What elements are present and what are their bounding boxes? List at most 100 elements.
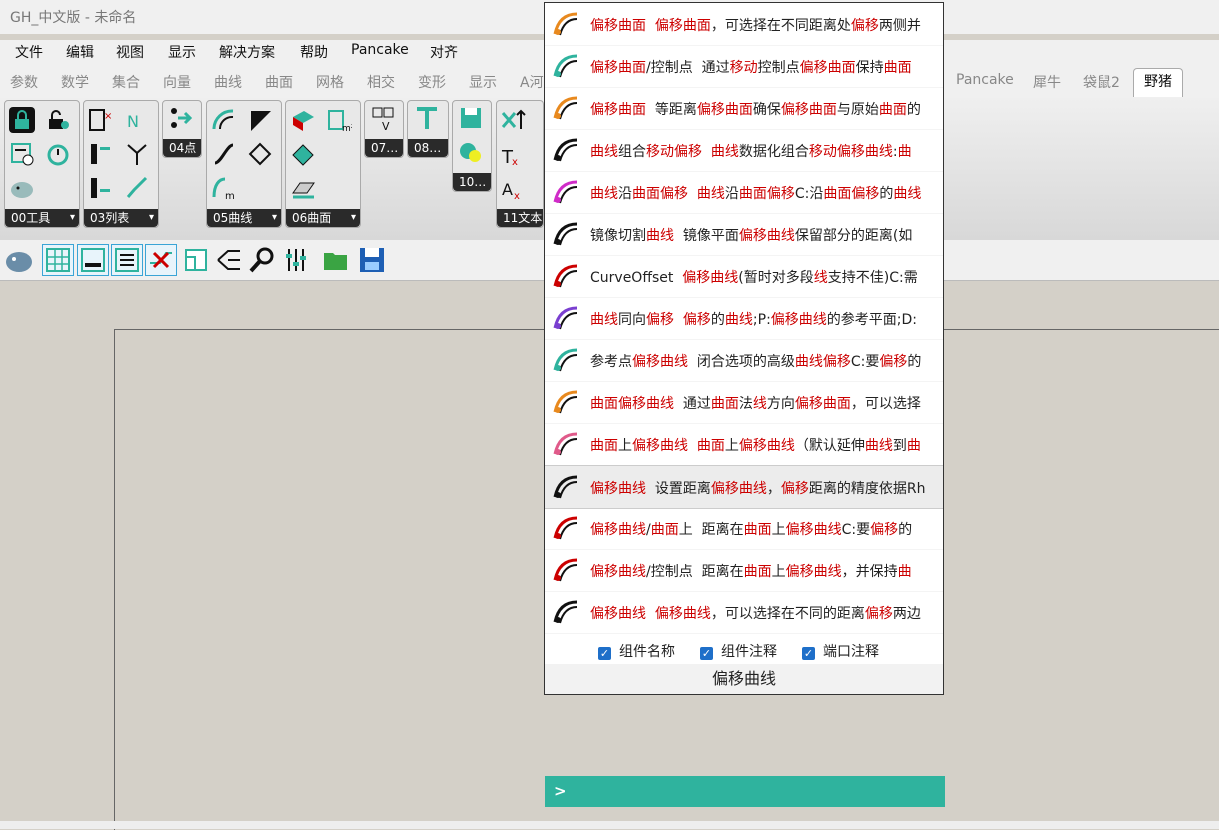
ribbon-group-label-08[interactable]: 08…	[408, 139, 448, 157]
tab-transform[interactable]: 变形	[418, 72, 446, 92]
list-item[interactable]: 偏移曲线 设置距离偏移曲线，偏移距离的精度依据Rh	[545, 465, 943, 509]
curve-m-icon[interactable]: m	[211, 175, 237, 202]
menu-help[interactable]: 帮助	[300, 42, 328, 62]
arc-offset-icon[interactable]	[211, 107, 237, 133]
tree-icon[interactable]	[124, 141, 150, 167]
tab-params[interactable]: 参数	[10, 72, 38, 92]
surface-area-icon[interactable]: m²	[326, 107, 355, 134]
checkbox-port-note[interactable]: ✓ 端口注释	[802, 641, 879, 661]
rhino-icon[interactable]	[3, 244, 35, 276]
cross-arrow-icon[interactable]	[500, 107, 526, 133]
text-x-icon[interactable]: Tx	[500, 141, 526, 168]
save-file-icon[interactable]	[458, 105, 484, 131]
surface-box-icon[interactable]	[290, 107, 316, 133]
star-curve-icon[interactable]	[247, 141, 273, 167]
lock-icon[interactable]	[9, 107, 35, 133]
tab-rhino[interactable]: 犀牛	[1033, 72, 1061, 92]
tab-river[interactable]: A河	[520, 72, 544, 92]
menu-solution[interactable]: 解决方案	[219, 42, 275, 62]
list-item[interactable]: 偏移曲线/控制点 距离在曲面上偏移曲线，并保持曲	[545, 549, 943, 592]
list-item-icon[interactable]	[88, 175, 114, 201]
ribbon-group-label: 00工具	[11, 211, 51, 225]
list-item-text: 偏移曲线/控制点 距离在曲面上偏移曲线，并保持曲	[590, 561, 940, 581]
component-description: 偏移曲线(暂时对多段线支持不佳)C:需	[682, 270, 918, 286]
list-item[interactable]: 曲线组合移动偏移 曲线数据化组合移动偏移曲线:曲	[545, 129, 943, 172]
unlock-icon[interactable]	[45, 107, 71, 133]
tab-boar[interactable]: 野猪	[1133, 68, 1183, 97]
open-folder-icon[interactable]	[320, 244, 352, 276]
sliders-icon[interactable]	[280, 244, 312, 276]
tab-sets[interactable]: 集合	[112, 72, 140, 92]
ribbon-group-label-tools[interactable]: 00工具 ▾	[5, 209, 79, 227]
cloud-object-icon[interactable]	[458, 139, 484, 165]
list-item[interactable]: 偏移曲线/曲面上 距离在曲面上偏移曲线C:要偏移的	[545, 507, 943, 550]
list-item[interactable]: 偏移曲面 等距离偏移曲面确保偏移曲面与原始曲面的	[545, 87, 943, 130]
ribbon-group-label-text[interactable]: 11文本	[497, 209, 543, 227]
search-input[interactable]: >	[545, 776, 945, 807]
ribbon-group-label-10[interactable]: 10…	[453, 173, 491, 191]
checkbox-component-name[interactable]: ✓ 组件名称	[598, 641, 675, 661]
tab-intersect[interactable]: 相交	[367, 72, 395, 92]
tab-surface[interactable]: 曲面	[265, 72, 293, 92]
alarm-icon[interactable]	[45, 141, 71, 167]
menu-align[interactable]: 对齐	[430, 42, 458, 62]
list-split-icon[interactable]	[88, 141, 114, 167]
surface-offset-curve-icon	[552, 388, 580, 416]
list-item[interactable]: 曲面偏移曲线 通过曲面法线方向偏移曲面，可以选择	[545, 381, 943, 424]
tab-vector[interactable]: 向量	[163, 72, 191, 92]
menu-pancake[interactable]: Pancake	[351, 42, 409, 58]
volume-icon[interactable]: V	[370, 105, 396, 133]
list-item[interactable]: 偏移曲面 偏移曲面，可选择在不同距离处偏移两侧并	[545, 3, 943, 46]
graph-icon[interactable]	[213, 244, 245, 276]
tab-display[interactable]: 显示	[469, 72, 497, 92]
checkbox-icon: ✓	[802, 647, 815, 660]
list-item[interactable]: 曲线同向偏移 偏移的曲线;P:偏移曲线的参考平面;D:	[545, 297, 943, 340]
tab-maths[interactable]: 数学	[61, 72, 89, 92]
ribbon-group-label-point[interactable]: 04点	[163, 139, 201, 157]
list-remove-icon[interactable]: ×	[88, 107, 114, 133]
disable-icon[interactable]	[145, 244, 177, 276]
component-description: 通过曲面法线方向偏移曲面，可以选择	[674, 396, 921, 412]
text-ax-icon[interactable]: Ax	[500, 175, 526, 202]
panel-bottom-icon[interactable]	[77, 244, 109, 276]
ribbon-group-label-07[interactable]: 07…	[365, 139, 403, 157]
broom-icon[interactable]	[124, 175, 150, 201]
tab-pancake[interactable]: Pancake	[956, 72, 1014, 88]
checkbox-component-note[interactable]: ✓ 组件注释	[700, 641, 777, 661]
ribbon-group-label-list[interactable]: 03列表 ▾	[84, 209, 158, 227]
list-item[interactable]: 曲线沿曲面偏移 曲线沿曲面偏移C:沿曲面偏移的曲线	[545, 171, 943, 214]
list-item[interactable]: 曲面上偏移曲线 曲面上偏移曲线（默认延伸曲线到曲	[545, 423, 943, 466]
pig-icon[interactable]	[9, 175, 35, 201]
text-t-icon[interactable]	[414, 105, 440, 131]
surface-plane-icon[interactable]	[290, 175, 316, 201]
list-item[interactable]: 镜像切割曲线 镜像平面偏移曲线保留部分的距离(如	[545, 213, 943, 256]
ribbon-group-label-curve[interactable]: 05曲线 ▾	[207, 209, 281, 227]
checkbox-icon: ✓	[700, 647, 713, 660]
component-description: 曲线数据化组合移动偏移曲线:曲	[710, 144, 912, 160]
corner-fill-icon[interactable]	[247, 107, 273, 133]
panel-lines-icon[interactable]	[111, 244, 143, 276]
surface-fold-icon[interactable]	[290, 141, 316, 167]
list-item[interactable]: CurveOffset 偏移曲线(暂时对多段线支持不佳)C:需	[545, 255, 943, 298]
tab-curve[interactable]: 曲线	[214, 72, 242, 92]
list-item[interactable]: 参考点偏移曲线 闭合选项的高级曲线偏移C:要偏移的	[545, 339, 943, 382]
save-icon[interactable]	[356, 244, 388, 276]
list-item[interactable]: 偏移曲线 偏移曲线，可以选择在不同的距离偏移两边	[545, 591, 943, 634]
menu-display[interactable]: 显示	[168, 42, 196, 62]
zoom-icon[interactable]	[246, 244, 278, 276]
s-curve-icon[interactable]	[211, 141, 237, 167]
menu-edit[interactable]: 编辑	[66, 42, 94, 62]
ribbon-group-label-surface[interactable]: 06曲面 ▾	[286, 209, 360, 227]
ribbon-group-07: V 07…	[364, 100, 404, 158]
grid-icon[interactable]	[42, 244, 74, 276]
menu-view[interactable]: 视图	[116, 42, 144, 62]
point-move-icon[interactable]	[168, 105, 194, 131]
canvas-icon[interactable]	[180, 244, 212, 276]
ribbon-group-10: 10…	[452, 100, 492, 192]
tab-kangaroo2[interactable]: 袋鼠2	[1083, 72, 1120, 92]
list-number-icon[interactable]: N	[124, 107, 150, 133]
list-item[interactable]: 偏移曲面/控制点 通过移动控制点偏移曲面保持曲面	[545, 45, 943, 88]
menu-file[interactable]: 文件	[15, 42, 43, 62]
tab-mesh[interactable]: 网格	[316, 72, 344, 92]
timer-panel-icon[interactable]	[9, 141, 35, 167]
